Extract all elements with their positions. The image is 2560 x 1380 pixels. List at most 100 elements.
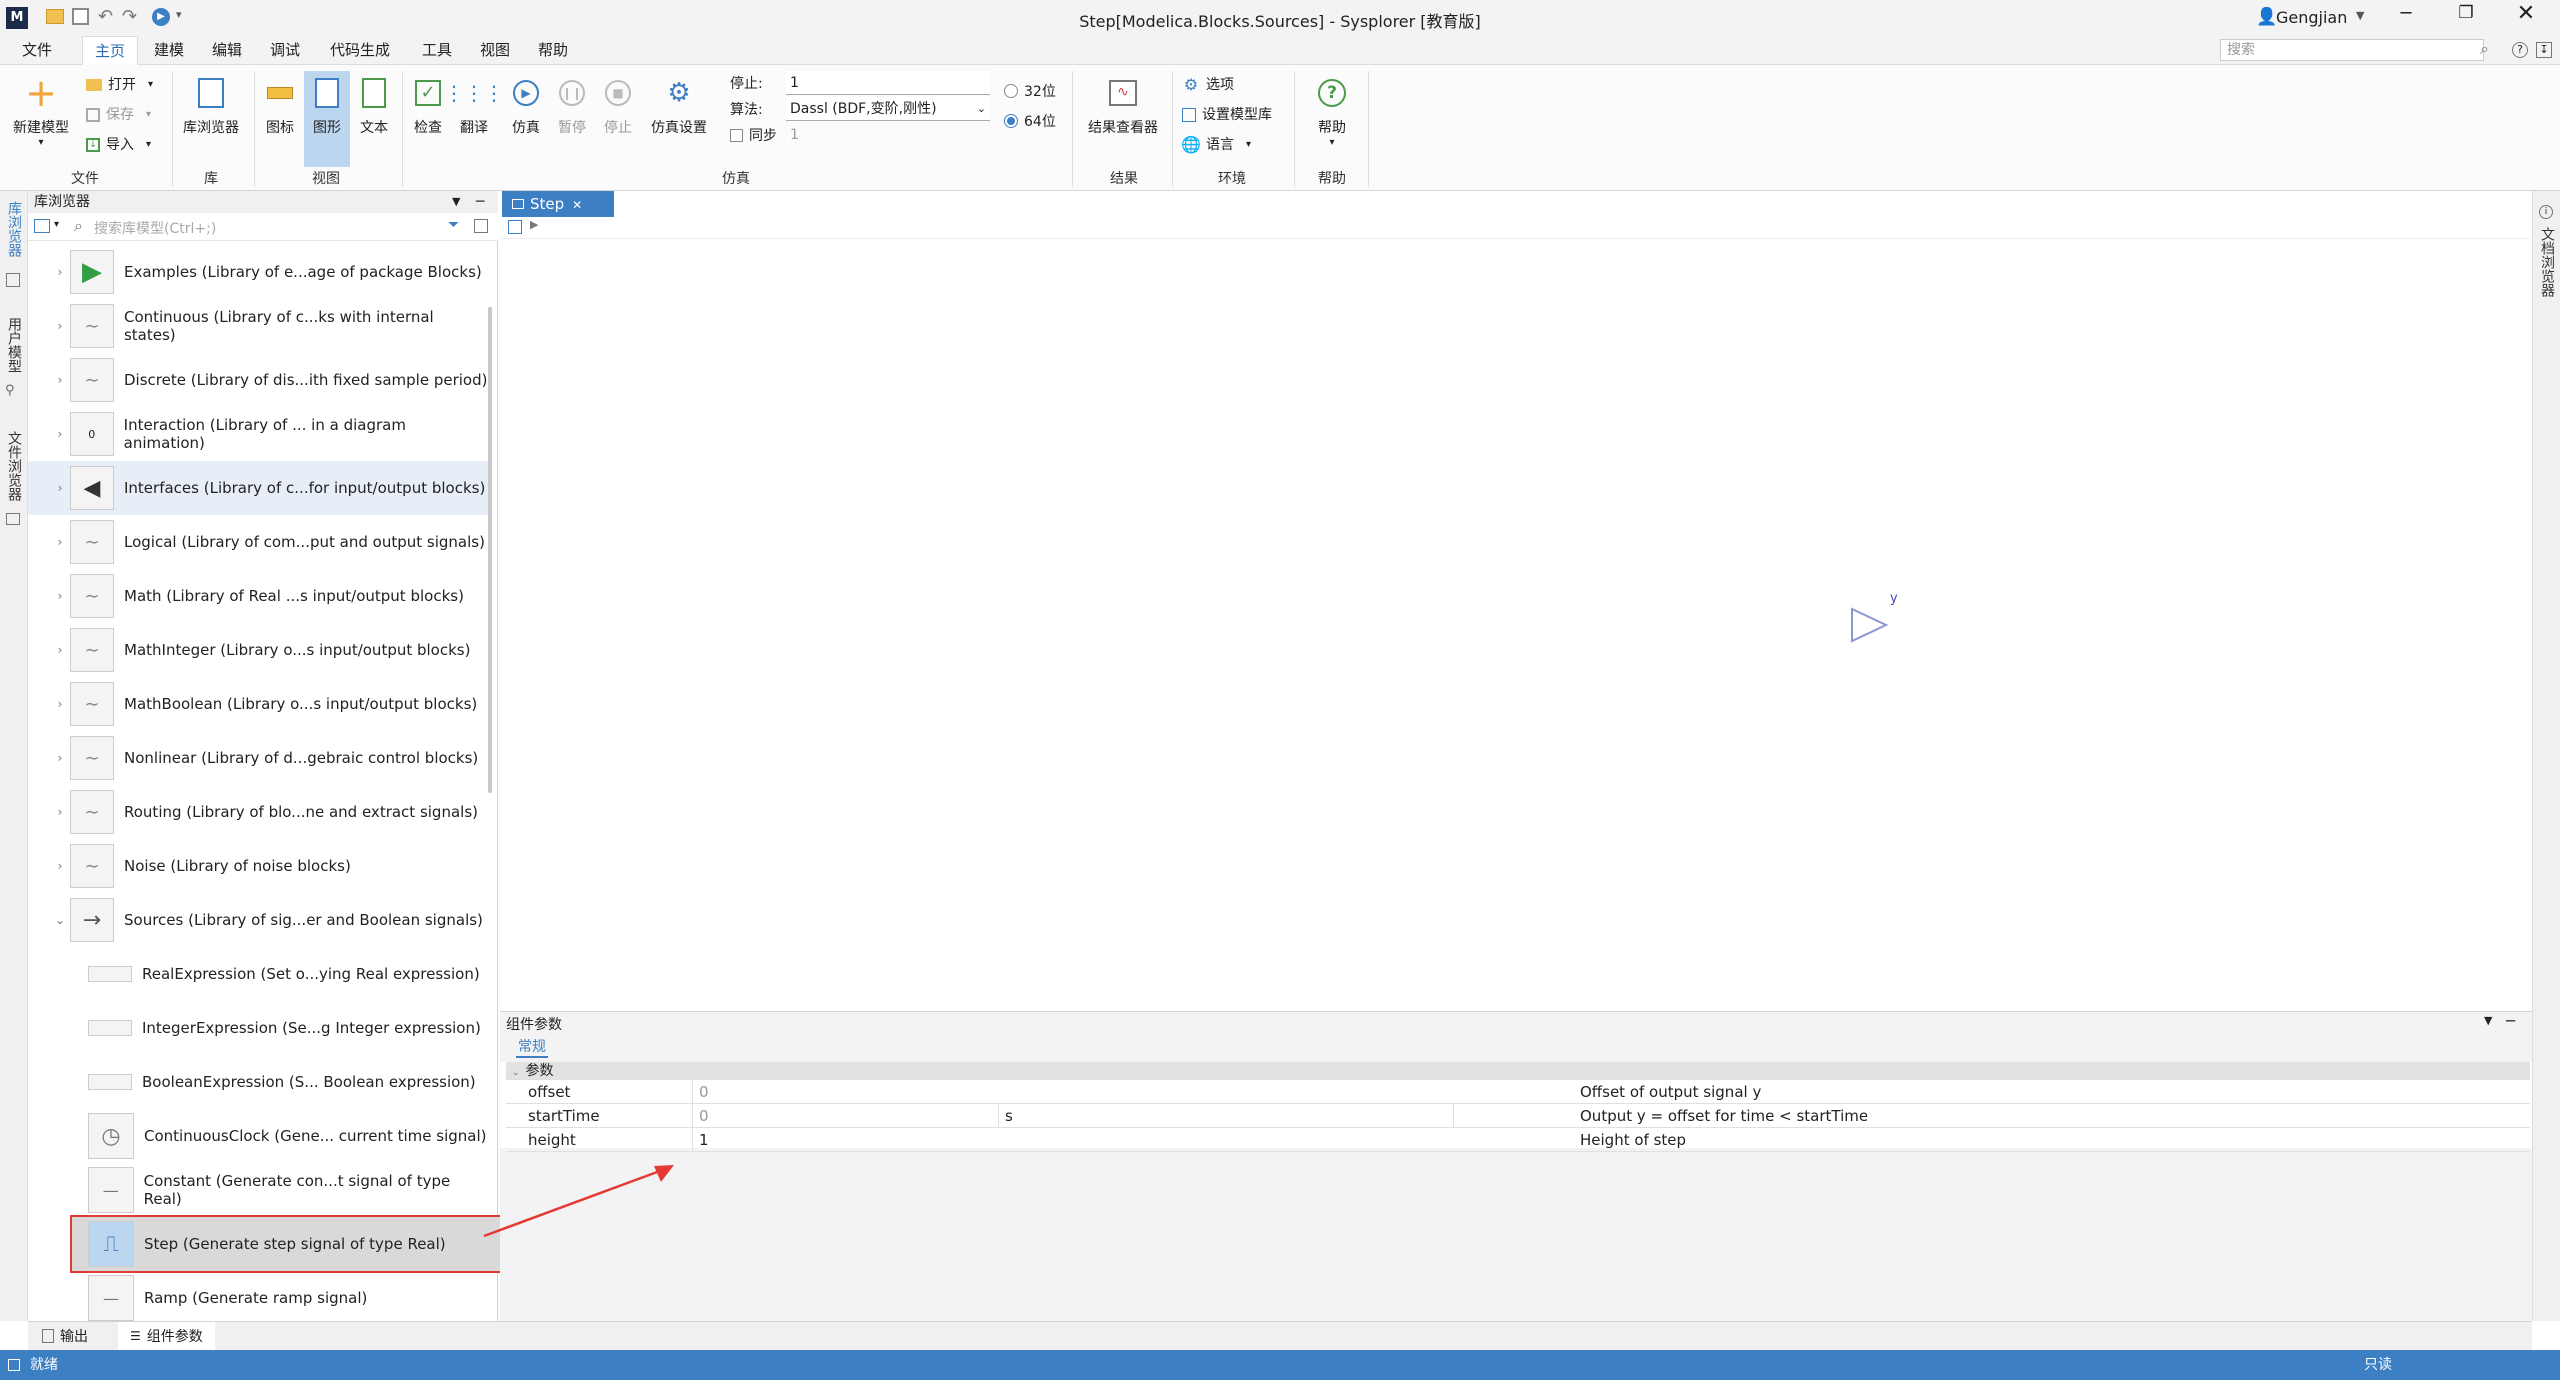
- library-scrollbar[interactable]: [488, 307, 492, 793]
- right-tab-doc-browser[interactable]: 文档浏览器: [2537, 227, 2557, 297]
- sync-checkbox[interactable]: 同步: [730, 125, 777, 145]
- library-item-step-selected[interactable]: ⎍ Step (Generate step signal of type Real…: [70, 1215, 514, 1273]
- algorithm-select[interactable]: Dassl (BDF,变阶,刚性) ⌄: [786, 97, 990, 121]
- library-subitem[interactable]: BooleanExpression (S... Boolean expressi…: [28, 1055, 490, 1109]
- chevron-right-icon[interactable]: ›: [50, 373, 70, 387]
- options-button[interactable]: ⚙ 选项: [1182, 73, 1234, 97]
- menu-view[interactable]: 视图: [468, 36, 522, 65]
- radio-64bit[interactable]: 64位: [1004, 111, 1056, 131]
- import-button[interactable]: ↓ 导入 ▾: [86, 133, 151, 157]
- sim-settings-button[interactable]: ⚙ 仿真设置: [644, 75, 714, 137]
- library-item[interactable]: › ∼ MathBoolean (Library o...s input/outpu…: [28, 677, 490, 731]
- library-item[interactable]: › ∼ Math (Library of Real ...s input/outpu…: [28, 569, 490, 623]
- panel-minimize-icon[interactable]: ─: [476, 191, 484, 213]
- user-name[interactable]: Gengjian: [2276, 8, 2347, 27]
- open-button[interactable]: 打开 ▾: [86, 73, 153, 97]
- param-value-input[interactable]: 1: [692, 1128, 998, 1152]
- menu-debug[interactable]: 调试: [258, 36, 312, 65]
- params-minimize-icon[interactable]: ─: [2506, 1012, 2515, 1030]
- library-item[interactable]: › ◀ Interfaces (Library of c...for input/o…: [28, 461, 490, 515]
- tab-component-params[interactable]: ☰ 组件参数: [118, 1322, 215, 1350]
- menu-edit[interactable]: 编辑: [200, 36, 254, 65]
- restore-button[interactable]: ❐: [2452, 3, 2480, 31]
- chevron-right-icon[interactable]: ›: [50, 265, 70, 279]
- chevron-right-icon[interactable]: ›: [50, 643, 70, 657]
- layout-icon[interactable]: ↧: [2536, 42, 2552, 58]
- result-viewer-button[interactable]: ∿ 结果查看器: [1078, 75, 1168, 137]
- params-section-header[interactable]: ⌄ 参数: [506, 1062, 2530, 1080]
- collapse-all-icon[interactable]: [474, 219, 488, 233]
- step-output-connector[interactable]: [1848, 603, 1892, 647]
- library-search-input[interactable]: 搜索库模型(Ctrl+;): [94, 218, 464, 238]
- close-tab-icon[interactable]: ✕: [572, 198, 582, 212]
- save-button[interactable]: 保存 ▾: [86, 103, 151, 127]
- search-icon[interactable]: ⌕: [2480, 39, 2489, 59]
- text-view-button[interactable]: 文本: [352, 75, 396, 137]
- param-value-input[interactable]: 0: [692, 1104, 998, 1128]
- menu-modeling[interactable]: 建模: [142, 36, 196, 65]
- filter-icon[interactable]: ⏷: [448, 217, 459, 233]
- library-subitem[interactable]: ◷ ContinuousClock (Gene... current time s…: [28, 1109, 490, 1163]
- chevron-right-icon[interactable]: ›: [50, 697, 70, 711]
- left-tab-file-browser[interactable]: 文件浏览器: [4, 431, 24, 501]
- tab-step[interactable]: Step ✕: [502, 191, 614, 217]
- library-item[interactable]: › ▶ Examples (Library of e...age of packag…: [28, 245, 490, 299]
- user-dropdown-icon[interactable]: ▼: [2356, 9, 2364, 22]
- tab-output[interactable]: 输出: [42, 1326, 88, 1346]
- menu-tools[interactable]: 工具: [410, 36, 464, 65]
- library-item[interactable]: › 0 Interaction (Library of ... in a diagr…: [28, 407, 490, 461]
- library-view-toggle-icon[interactable]: [34, 219, 50, 233]
- close-button[interactable]: ✕: [2512, 1, 2540, 29]
- help-circle-icon[interactable]: ?: [2512, 42, 2528, 58]
- library-subitem[interactable]: RealExpression (Set o...ying Real expres…: [28, 947, 490, 1001]
- library-item[interactable]: › ∼ Noise (Library of noise blocks): [28, 839, 490, 893]
- menu-file[interactable]: 文件: [10, 36, 64, 65]
- chevron-right-icon[interactable]: ›: [50, 589, 70, 603]
- breadcrumb-icon[interactable]: [508, 220, 522, 234]
- param-value-input[interactable]: 0: [692, 1080, 998, 1104]
- menu-home[interactable]: 主页: [82, 36, 139, 65]
- diagram-view-button[interactable]: 图形: [304, 71, 350, 167]
- panel-dropdown-icon[interactable]: ▼: [452, 191, 460, 213]
- stop-time-input[interactable]: 1: [786, 71, 990, 95]
- chevron-right-icon[interactable]: ›: [50, 319, 70, 333]
- radio-32bit[interactable]: 32位: [1004, 81, 1056, 101]
- global-search-input[interactable]: 搜索: [2220, 39, 2484, 61]
- library-subitem[interactable]: — Ramp (Generate ramp signal): [28, 1271, 490, 1325]
- sync-value-input[interactable]: 1: [786, 123, 990, 147]
- library-item[interactable]: › ∼ Nonlinear (Library of d...gebraic cont…: [28, 731, 490, 785]
- tab-general[interactable]: 常规: [516, 1036, 548, 1058]
- chevron-right-icon[interactable]: ›: [50, 535, 70, 549]
- translate-button[interactable]: ⋮⋮⋮ 翻译: [444, 75, 504, 137]
- diagram-canvas[interactable]: ▶ y: [500, 191, 2530, 1011]
- chevron-right-icon[interactable]: ›: [50, 805, 70, 819]
- output-triangle-icon[interactable]: [1851, 607, 1889, 643]
- library-item[interactable]: › ∼ Logical (Library of com...put and outp…: [28, 515, 490, 569]
- chevron-right-icon[interactable]: ›: [50, 481, 70, 495]
- chevron-right-icon[interactable]: ›: [50, 859, 70, 873]
- library-subitem[interactable]: — Constant (Generate con...t signal of ty…: [28, 1163, 490, 1217]
- icon-view-button[interactable]: 图标: [258, 75, 302, 137]
- breadcrumb-arrow-icon[interactable]: ▶: [530, 218, 538, 231]
- left-tab-user-models[interactable]: 用户模型: [4, 317, 24, 373]
- library-item[interactable]: ⌄ → Sources (Library of sig...er and Boole…: [28, 893, 490, 947]
- library-item[interactable]: › ∼ Discrete (Library of dis...ith fixed s…: [28, 353, 490, 407]
- library-item[interactable]: › ∼ Routing (Library of blo...ne and extra…: [28, 785, 490, 839]
- pause-button[interactable]: ❙❙ 暂停: [550, 75, 594, 137]
- params-dropdown-icon[interactable]: ▼: [2484, 1014, 2492, 1027]
- set-model-library-button[interactable]: 设置模型库: [1182, 103, 1272, 127]
- left-tab-library-browser[interactable]: 库浏览器: [4, 201, 24, 257]
- chevron-right-icon[interactable]: ›: [50, 751, 70, 765]
- language-button[interactable]: 🌐 语言 ▾: [1181, 133, 1251, 157]
- stop-button[interactable]: ■ 停止: [596, 75, 640, 137]
- menu-help[interactable]: 帮助: [526, 36, 580, 65]
- section-collapse-icon[interactable]: ⌄: [512, 1068, 520, 1078]
- chevron-right-icon[interactable]: ›: [50, 427, 70, 441]
- library-subitem[interactable]: IntegerExpression (Se...g Integer expres…: [28, 1001, 490, 1055]
- menu-codegen[interactable]: 代码生成: [318, 36, 402, 65]
- simulate-button[interactable]: ▶ 仿真: [504, 75, 548, 137]
- library-browser-button[interactable]: 库浏览器: [176, 75, 246, 137]
- library-item[interactable]: › ∼ MathInteger (Library o...s input/outpu…: [28, 623, 490, 677]
- help-button[interactable]: ? 帮助 ▾: [1300, 75, 1364, 148]
- library-item[interactable]: › ∼ Continuous (Library of c...ks with int…: [28, 299, 490, 353]
